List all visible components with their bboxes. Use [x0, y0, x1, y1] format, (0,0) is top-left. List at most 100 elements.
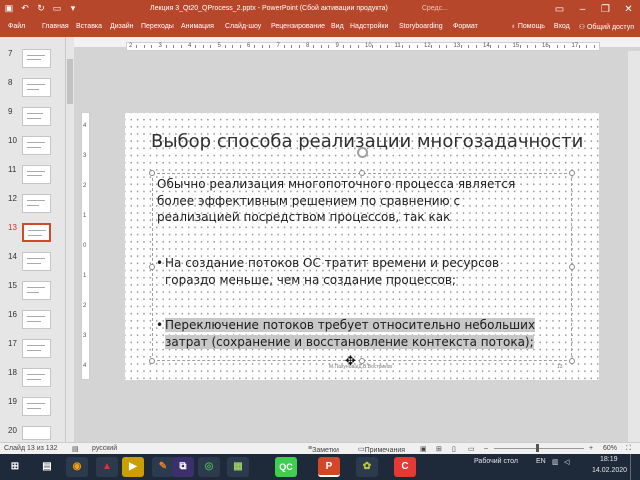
- ruler-label: 12: [424, 43, 431, 49]
- ruler-tick: [180, 45, 182, 48]
- media-player-icon[interactable]: ▶: [122, 457, 144, 477]
- editor-scrollbar[interactable]: [628, 51, 640, 442]
- resize-handle[interactable]: [149, 170, 155, 176]
- tab-design[interactable]: Дизайн: [110, 23, 134, 30]
- body-paragraph[interactable]: Обычно реализация многопоточного процесс…: [157, 176, 567, 226]
- resize-handle[interactable]: [149, 264, 155, 270]
- ruler-tick: [254, 45, 256, 48]
- slideshow-icon[interactable]: ▭: [468, 445, 475, 453]
- resize-handle[interactable]: [569, 264, 575, 270]
- app-icon[interactable]: ✎: [152, 457, 174, 477]
- volume-icon[interactable]: ◁: [564, 458, 569, 466]
- paint-icon[interactable]: ✿: [356, 457, 378, 477]
- show-desktop-button[interactable]: [630, 454, 636, 480]
- file-explorer-icon[interactable]: ▤: [36, 457, 58, 477]
- resize-handle[interactable]: [149, 358, 155, 364]
- ruler-tick: [379, 45, 381, 48]
- tab-view[interactable]: Вид: [331, 23, 344, 30]
- network-icon[interactable]: ▥: [552, 458, 559, 466]
- slide-thumbnail[interactable]: [22, 49, 51, 68]
- tab-animation[interactable]: Анимация: [181, 23, 214, 30]
- ruler-label: 13: [453, 43, 461, 49]
- thumbnails-scrollbar[interactable]: [66, 37, 74, 442]
- slide-thumbnail[interactable]: [22, 310, 51, 329]
- resize-handle[interactable]: [569, 358, 575, 364]
- share-button[interactable]: ⚇ Общий доступ: [579, 23, 634, 31]
- fit-slide-icon[interactable]: ⛶: [626, 445, 631, 453]
- slide-thumbnail[interactable]: [22, 252, 51, 271]
- clock-date[interactable]: 14.02.2020: [592, 467, 627, 474]
- tab-format[interactable]: Формат: [453, 23, 478, 30]
- tab-transitions[interactable]: Переходы: [141, 23, 174, 30]
- slide-canvas[interactable]: Выбор способа реализации многозадачности…: [125, 113, 599, 380]
- tab-insert[interactable]: Вставка: [76, 23, 102, 30]
- tab-storyboarding[interactable]: Storyboarding: [399, 23, 443, 30]
- present-icon[interactable]: ▭: [52, 3, 62, 14]
- clock-time[interactable]: 18:19: [600, 456, 618, 463]
- start-button[interactable]: ⊞: [4, 457, 26, 477]
- customize-qat-icon[interactable]: ▾: [68, 3, 78, 14]
- powerpoint-icon[interactable]: P: [318, 457, 340, 477]
- rotate-handle-icon[interactable]: [357, 147, 368, 158]
- ruler-label: 3: [158, 43, 162, 49]
- spellcheck-icon[interactable]: ▤: [72, 445, 79, 453]
- archive-icon[interactable]: ▦: [227, 457, 249, 477]
- slide-thumbnail-selected[interactable]: [22, 223, 51, 242]
- qt-creator-icon[interactable]: QC: [275, 457, 297, 477]
- tab-file[interactable]: Файл: [8, 23, 25, 30]
- slide-thumbnail[interactable]: [22, 78, 51, 97]
- keyboard-language[interactable]: EN: [536, 458, 546, 465]
- save-icon[interactable]: ▣: [4, 3, 14, 14]
- ruler-tick: [431, 45, 433, 48]
- slide-thumbnail[interactable]: [22, 397, 51, 416]
- notes-button[interactable]: ≡ Заметки: [308, 445, 339, 454]
- view-reading-icon[interactable]: ▯: [452, 445, 456, 453]
- comments-button[interactable]: ▭ Примечания: [358, 445, 405, 454]
- minimize-button[interactable]: –: [571, 0, 594, 19]
- view-normal-icon[interactable]: ▣: [420, 445, 427, 453]
- tab-home[interactable]: Главная: [42, 23, 69, 30]
- zoom-slider-thumb[interactable]: [536, 444, 539, 452]
- view-sorter-icon[interactable]: ⊞: [436, 445, 442, 453]
- ruler-label: 15: [512, 43, 520, 49]
- scrollbar-thumb[interactable]: [67, 59, 73, 104]
- acrobat-icon[interactable]: ▲: [96, 457, 118, 477]
- visual-studio-icon[interactable]: ⧉: [172, 457, 194, 477]
- slide-thumbnail[interactable]: [22, 339, 51, 358]
- ruler-tick: [357, 45, 359, 48]
- slide-thumbnail[interactable]: [22, 281, 51, 300]
- tab-review[interactable]: Рецензирование: [271, 23, 325, 30]
- ruler-tick: [224, 45, 226, 48]
- slide-thumbnail[interactable]: [22, 368, 51, 387]
- undo-icon[interactable]: ↶: [20, 3, 30, 14]
- bullet-item[interactable]: • На создание потоков ОС тратит времени …: [156, 255, 566, 288]
- maximize-button[interactable]: ❐: [594, 0, 617, 19]
- zoom-out-icon[interactable]: –: [484, 445, 488, 452]
- resize-handle[interactable]: [569, 170, 575, 176]
- redo-icon[interactable]: ↻: [36, 3, 46, 14]
- tab-addins[interactable]: Надстройки: [350, 23, 388, 30]
- ruler-tick: [490, 45, 492, 48]
- ribbon-display-icon[interactable]: ▭: [548, 0, 571, 19]
- close-button[interactable]: ✕: [617, 0, 640, 19]
- recorder-icon[interactable]: C: [394, 457, 416, 477]
- slide-thumbnail[interactable]: [22, 107, 51, 126]
- powerpoint-window: ▣ ↶ ↻ ▭ ▾ Лекция 3_Qt20_QProcess_2.pptx …: [0, 0, 640, 480]
- ruler-tick: [173, 45, 175, 48]
- zoom-in-icon[interactable]: +: [589, 445, 593, 452]
- help-search[interactable]: ♁ Помощь: [511, 23, 545, 31]
- bullet-item-selected[interactable]: • Переключение потоков требует относител…: [156, 317, 566, 350]
- zoom-slider[interactable]: [494, 448, 584, 449]
- slide-thumbnail[interactable]: [22, 426, 51, 440]
- window-controls: ▭ – ❐ ✕: [548, 0, 640, 19]
- desktop-toolbar[interactable]: Рабочий стол: [474, 458, 518, 465]
- slide-thumbnail[interactable]: [22, 136, 51, 155]
- firefox-icon[interactable]: ◉: [66, 457, 88, 477]
- tab-slideshow[interactable]: Слайд-шоу: [225, 23, 261, 30]
- slide-thumbnail[interactable]: [22, 194, 51, 213]
- language-indicator[interactable]: русский: [92, 445, 117, 452]
- zoom-level[interactable]: 60%: [603, 445, 617, 452]
- slide-thumbnail[interactable]: [22, 165, 51, 184]
- sign-in-link[interactable]: Вход: [554, 23, 570, 31]
- chrome-icon[interactable]: ◎: [198, 457, 220, 477]
